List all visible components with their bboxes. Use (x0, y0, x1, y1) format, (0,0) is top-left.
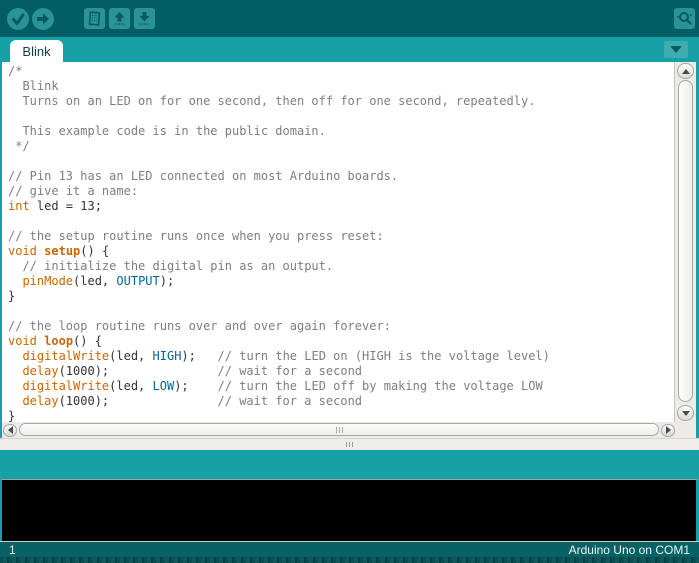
status-bar: 1 Arduino Uno on COM1 (0, 541, 699, 557)
vertical-scroll-thumb[interactable] (678, 80, 693, 402)
scroll-right-button[interactable] (661, 424, 675, 437)
console-output[interactable] (0, 479, 699, 541)
code-line: Turns on an LED on for one second, then … (8, 94, 674, 109)
scrollbar-corner (676, 422, 696, 438)
check-icon (10, 11, 26, 27)
grip-icon (336, 427, 343, 433)
code-line: // initialize the digital pin as an outp… (8, 259, 674, 274)
arrow-up-icon (112, 11, 127, 26)
code-line: */ (8, 139, 674, 154)
code-line: // the setup routine runs once when you … (8, 229, 674, 244)
code-line: pinMode(led, OUTPUT); (8, 274, 674, 289)
code-line: // the loop routine runs over and over a… (8, 319, 674, 334)
tab-label: Blink (22, 44, 50, 59)
code-line: } (8, 409, 674, 422)
arrow-down-icon (137, 11, 152, 26)
scroll-down-button[interactable] (677, 405, 694, 421)
triangle-right-icon (666, 426, 671, 434)
verify-button[interactable] (7, 8, 29, 30)
code-line: // Pin 13 has an LED connected on most A… (8, 169, 674, 184)
window-resize-edge[interactable] (0, 557, 699, 563)
code-line: This example code is in the public domai… (8, 124, 674, 139)
message-strip (0, 450, 699, 479)
editor-area: /* Blink Turns on an LED on for one seco… (0, 62, 699, 422)
vertical-scrollbar[interactable] (674, 62, 696, 422)
code-line: /* (8, 64, 674, 79)
tab-bar: Blink (0, 37, 699, 62)
horizontal-scroll-track[interactable] (18, 423, 660, 437)
code-line: delay(1000); // wait for a second (8, 394, 674, 409)
code-line (8, 304, 674, 319)
code-area[interactable]: /* Blink Turns on an LED on for one seco… (2, 62, 674, 422)
new-sketch-button[interactable] (84, 8, 105, 29)
document-icon (87, 11, 102, 26)
line-number-indicator: 1 (9, 543, 16, 557)
triangle-left-icon (8, 426, 13, 434)
tab-menu-button[interactable] (664, 41, 688, 58)
toolbar (0, 0, 699, 37)
grip-icon (346, 442, 353, 447)
code-line (8, 109, 674, 124)
code-line: void setup() { (8, 244, 674, 259)
scroll-up-button[interactable] (677, 63, 694, 79)
board-port-indicator: Arduino Uno on COM1 (569, 543, 690, 557)
save-button[interactable] (134, 8, 155, 29)
scroll-left-button[interactable] (3, 424, 17, 437)
horizontal-scrollbar[interactable] (0, 422, 699, 438)
arrow-right-icon (35, 11, 51, 27)
tab-blink[interactable]: Blink (10, 40, 63, 62)
triangle-down-icon (682, 411, 690, 416)
code-line: digitalWrite(led, HIGH); // turn the LED… (8, 349, 674, 364)
console-splitter[interactable] (0, 438, 699, 450)
code-line: int led = 13; (8, 199, 674, 214)
serial-monitor-button[interactable] (674, 8, 695, 29)
code-line: digitalWrite(led, LOW); // turn the LED … (8, 379, 674, 394)
code-line: void loop() { (8, 334, 674, 349)
code-line: Blink (8, 79, 674, 94)
triangle-up-icon (682, 69, 690, 74)
open-button[interactable] (109, 8, 130, 29)
code-line: // give it a name: (8, 184, 674, 199)
code-line: delay(1000); // wait for a second (8, 364, 674, 379)
code-line (8, 154, 674, 169)
horizontal-scroll-thumb[interactable] (19, 423, 659, 436)
code-line: } (8, 289, 674, 304)
code-line (8, 214, 674, 229)
chevron-down-icon (670, 46, 682, 53)
magnifier-icon (676, 10, 693, 27)
upload-button[interactable] (32, 8, 54, 30)
arduino-ide-window: Blink /* Blink Turns on an LED on for on… (0, 0, 699, 563)
